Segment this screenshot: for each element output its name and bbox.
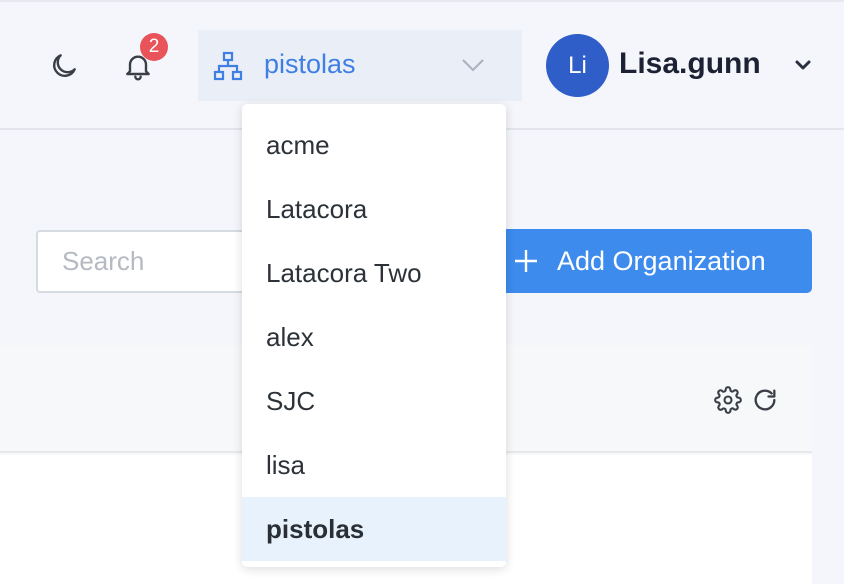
dropdown-item-sjc[interactable]: SJC [242, 369, 506, 433]
notification-count-badge: 2 [140, 33, 168, 61]
refresh-icon[interactable] [751, 386, 779, 414]
dropdown-item-acme[interactable]: acme [242, 113, 506, 177]
plus-icon [515, 250, 537, 272]
moon-icon [53, 54, 76, 77]
organization-selector[interactable]: pistolas [198, 30, 522, 101]
add-organization-button[interactable]: Add Organization [498, 229, 812, 293]
user-name[interactable]: Lisa.gunn [619, 47, 761, 81]
caret-down-icon[interactable] [793, 55, 813, 75]
avatar[interactable]: Li [546, 34, 609, 97]
dropdown-item-latacora[interactable]: Latacora [242, 177, 506, 241]
organization-dropdown: acme Latacora Latacora Two alex SJC lisa… [242, 104, 506, 567]
gear-icon[interactable] [714, 386, 742, 414]
dropdown-item-pistolas[interactable]: pistolas [242, 497, 506, 561]
sitemap-icon [213, 51, 243, 81]
dropdown-item-latacora-two[interactable]: Latacora Two [242, 241, 506, 305]
organization-selector-value: pistolas [264, 49, 356, 79]
dropdown-item-lisa[interactable]: lisa [242, 433, 506, 497]
theme-toggle-button[interactable] [44, 46, 84, 86]
chevron-down-icon [462, 59, 484, 72]
add-organization-label: Add Organization [557, 246, 766, 276]
dropdown-item-alex[interactable]: alex [242, 305, 506, 369]
search-input[interactable] [36, 230, 266, 293]
